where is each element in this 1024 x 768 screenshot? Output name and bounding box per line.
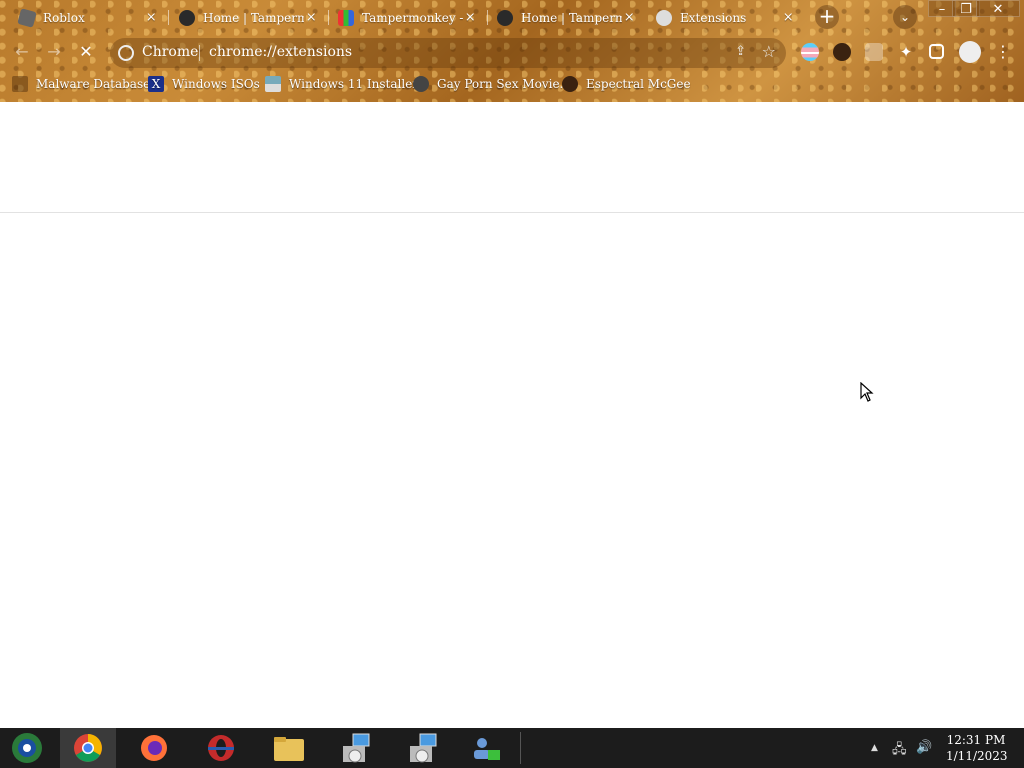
puzzle-icon[interactable]: ✦: [897, 43, 915, 61]
installer-icon: [343, 733, 370, 763]
chrome-extensions-icon: [656, 9, 672, 26]
bookmark-label: Windows ISOs: [172, 77, 260, 91]
bookmark-label: Windows 11 Installer: [289, 77, 419, 91]
volume-icon[interactable]: 🔊: [916, 740, 932, 755]
firefox-icon: [141, 735, 167, 761]
tray-chevron-icon[interactable]: ▲: [871, 743, 878, 753]
site-label: Chrome: [142, 44, 199, 60]
extension-flag-icon[interactable]: [801, 43, 819, 61]
installer-icon: [410, 733, 437, 763]
chrome-icon: [74, 734, 102, 762]
bookmark-malware-database[interactable]: Malware Database: [12, 75, 150, 93]
webstore-icon: [338, 9, 354, 26]
tab-title: Extensions: [680, 10, 747, 25]
tab-title: Roblox: [43, 10, 85, 25]
forward-button[interactable]: →: [42, 40, 66, 64]
back-button[interactable]: ←: [10, 40, 34, 64]
bookmark-espectral-mcgee[interactable]: Espectral McGee: [562, 75, 691, 93]
bookmarks-bar: Malware Database X Windows ISOs Windows …: [0, 70, 1024, 100]
page-content: [0, 102, 1024, 728]
close-icon[interactable]: ×: [463, 10, 477, 25]
tab-tampermonkey-store[interactable]: Tampermonkey - C ×: [319, 4, 487, 31]
start-orb-icon: [12, 733, 42, 763]
tab-title: Home | Tampermo: [203, 10, 305, 25]
new-tab-button[interactable]: +: [815, 5, 839, 29]
avatar-icon: [562, 76, 578, 92]
close-icon[interactable]: ×: [781, 10, 795, 25]
mouse-cursor-icon: [860, 382, 874, 402]
toolbar: ← → ✕ Chrome chrome://extensions ⇪ ☆ ✦ ⋮: [0, 36, 1024, 68]
header-divider: [0, 212, 1024, 213]
start-button[interactable]: [0, 728, 56, 768]
tab-roblox[interactable]: Roblox ×: [0, 4, 168, 31]
tab-title: Home | Tampermo: [521, 10, 623, 25]
network-icon[interactable]: 🖧: [892, 740, 907, 762]
network-app-icon: [474, 738, 500, 760]
clock-date: 1/11/2023: [946, 749, 1008, 763]
taskbar-file-explorer[interactable]: [260, 728, 316, 768]
tab-extensions[interactable]: Extensions ×: [637, 4, 805, 31]
tab-title: Tampermonkey - C: [362, 10, 464, 25]
taskbar-opera[interactable]: [193, 728, 249, 768]
bookmark-label: Malware Database: [36, 77, 151, 91]
bookmark-movie[interactable]: Gay Porn Sex Movie...: [413, 75, 571, 93]
tab-home-tampermonkey-2[interactable]: Home | Tampermo ×: [478, 4, 646, 31]
chrome-icon: [118, 45, 134, 61]
taskbar-installer-2[interactable]: [394, 728, 450, 768]
taskbar-chrome[interactable]: [60, 728, 116, 768]
bookmark-windows-isos[interactable]: X Windows ISOs: [148, 75, 260, 93]
close-icon[interactable]: ×: [622, 10, 636, 25]
clock-time: 12:31 PM: [946, 733, 1006, 747]
bookmark-label: Espectral McGee: [586, 77, 691, 91]
disc-icon: [413, 76, 429, 92]
window-close-button[interactable]: ✕: [976, 0, 1020, 17]
profile-avatar-icon[interactable]: [959, 41, 981, 63]
address-bar[interactable]: Chrome chrome://extensions ⇪ ☆: [110, 38, 786, 68]
roblox-icon: [17, 7, 37, 28]
side-panel-icon[interactable]: [929, 44, 944, 59]
folder-icon: [274, 737, 304, 761]
taskbar: ▲ 🖧 🔊 12:31 PM 1/11/2023: [0, 728, 1024, 768]
omnibox-divider: [199, 45, 200, 61]
x-logo-icon: X: [148, 76, 164, 92]
browser-frame: Roblox × Home | Tampermo × Tampermonkey …: [0, 0, 1024, 102]
taskbar-separator: [520, 732, 521, 764]
opera-gx-icon: [208, 735, 234, 761]
folder-icon: [12, 76, 28, 92]
extension-avatar-icon[interactable]: [833, 43, 851, 61]
tampermonkey-icon: [179, 9, 195, 26]
close-icon[interactable]: ×: [144, 10, 158, 25]
taskbar-network-app[interactable]: [460, 728, 516, 768]
bookmark-star-icon[interactable]: ☆: [762, 42, 776, 61]
bookmark-label: Gay Porn Sex Movie...: [437, 77, 572, 91]
menu-icon[interactable]: ⋮: [991, 40, 1015, 64]
tampermonkey-icon: [497, 9, 513, 26]
extension-ghost-icon[interactable]: [865, 43, 883, 61]
tab-strip: Roblox × Home | Tampermo × Tampermonkey …: [0, 0, 1024, 34]
stop-button[interactable]: ✕: [74, 40, 98, 64]
tab-search-button[interactable]: ⌄: [893, 5, 917, 29]
taskbar-installer-1[interactable]: [327, 728, 383, 768]
image-icon: [265, 76, 281, 92]
system-clock[interactable]: 12:31 PM 1/11/2023: [946, 732, 1008, 764]
tab-home-tampermonkey[interactable]: Home | Tampermo ×: [160, 4, 328, 31]
close-icon[interactable]: ×: [304, 10, 318, 25]
taskbar-firefox[interactable]: [126, 728, 182, 768]
share-icon[interactable]: ⇪: [735, 44, 746, 59]
url-text[interactable]: chrome://extensions: [209, 44, 352, 60]
bookmark-windows-11-installer[interactable]: Windows 11 Installer: [265, 75, 418, 93]
